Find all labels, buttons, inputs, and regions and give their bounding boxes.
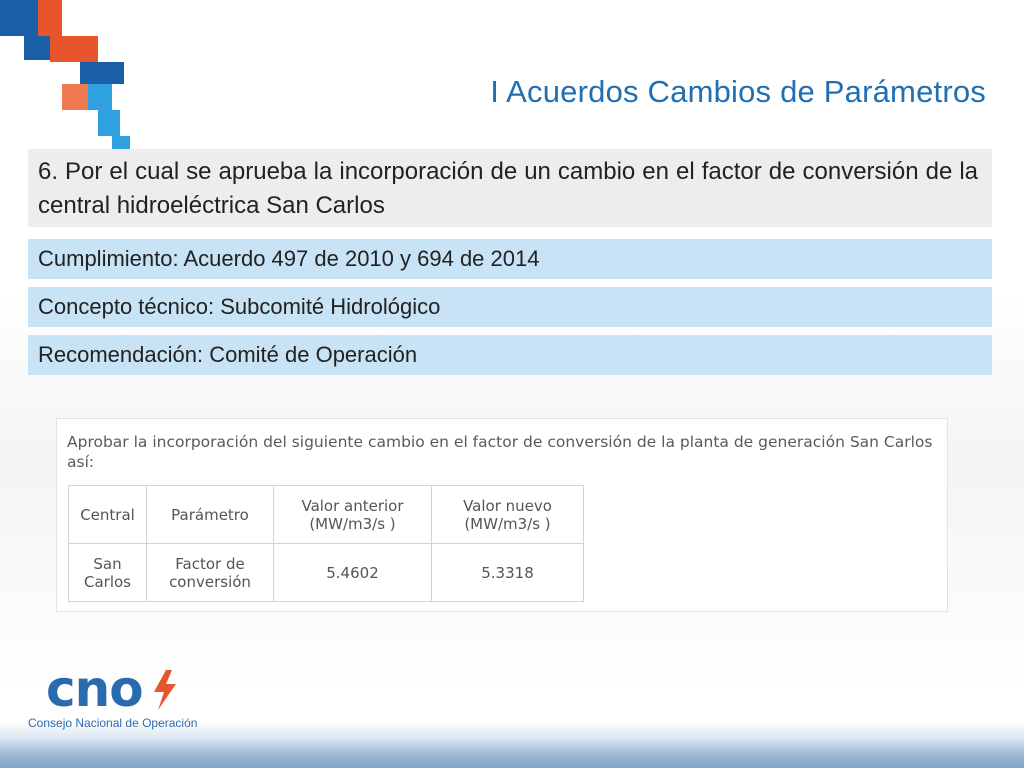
cell-valor-nuevo: 5.3318 xyxy=(431,543,584,602)
table-header-row: Central Parámetro Valor anterior (MW/m3/… xyxy=(68,485,584,544)
cell-valor-anterior: 5.4602 xyxy=(273,543,432,602)
header-valor-nuevo: Valor nuevo (MW/m3/s ) xyxy=(431,485,584,544)
table-row: San Carlos Factor de conversión 5.4602 5… xyxy=(68,543,584,602)
slide-background xyxy=(0,0,1024,768)
slide-title: I Acuerdos Cambios de Parámetros xyxy=(490,74,986,109)
decorative-squares xyxy=(0,0,130,150)
technical-concept-band: Concepto técnico: Subcomité Hidrológico xyxy=(28,287,992,327)
header-central: Central xyxy=(68,485,147,544)
conversion-factor-table: Central Parámetro Valor anterior (MW/m3/… xyxy=(68,485,584,602)
lightning-bolt-icon xyxy=(154,670,176,710)
header-valor-anterior: Valor anterior (MW/m3/s ) xyxy=(273,485,432,544)
logo-subtitle: Consejo Nacional de Operación xyxy=(28,716,198,730)
cell-parametro: Factor de conversión xyxy=(146,543,274,602)
compliance-band: Cumplimiento: Acuerdo 497 de 2010 y 694 … xyxy=(28,239,992,279)
agreement-item-text: 6. Por el cual se aprueba la incorporaci… xyxy=(28,149,992,227)
recommendation-band: Recomendación: Comité de Operación xyxy=(28,335,992,375)
header-parametro: Parámetro xyxy=(146,485,274,544)
logo-wordmark: cno xyxy=(46,660,144,718)
agreement-excerpt-image: Aprobar la incorporación del siguiente c… xyxy=(56,418,948,612)
excerpt-intro-text: Aprobar la incorporación del siguiente c… xyxy=(67,433,933,471)
cell-central: San Carlos xyxy=(68,543,147,602)
